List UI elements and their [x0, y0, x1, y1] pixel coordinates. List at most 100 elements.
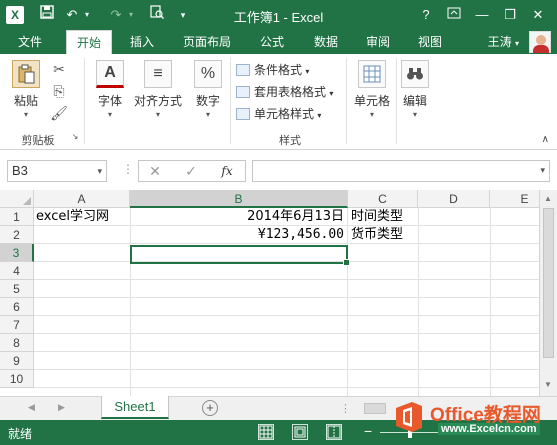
insert-function-icon[interactable]: fx: [215, 162, 239, 180]
ribbon-display-icon[interactable]: [442, 4, 466, 26]
alignment-label: 对齐方式: [134, 94, 183, 108]
select-all-button[interactable]: [0, 190, 34, 208]
row-header-3[interactable]: 3: [0, 244, 34, 262]
tab-page-layout[interactable]: 页面布局: [176, 30, 238, 54]
tab-split-grip[interactable]: ⋮: [340, 402, 351, 415]
font-dropdown-icon: ▾: [107, 110, 112, 119]
tab-insert[interactable]: 插入: [120, 30, 164, 54]
cell-c2[interactable]: 货币类型: [351, 226, 419, 244]
clipboard-group-label: 剪贴板: [21, 135, 55, 147]
sheet-tab-sheet1[interactable]: Sheet1: [101, 396, 169, 419]
avatar[interactable]: [529, 31, 551, 53]
minimize-icon[interactable]: —: [470, 4, 494, 26]
column-header-b[interactable]: B: [130, 190, 348, 208]
cell-styles-label: 单元格样式: [254, 107, 315, 121]
restore-icon[interactable]: ❐: [498, 4, 522, 26]
number-dropdown-icon: ▾: [205, 110, 210, 119]
scroll-down-icon[interactable]: ▼: [544, 380, 552, 389]
editing-dropdown-icon: ▾: [412, 110, 417, 119]
add-sheet-icon[interactable]: +: [202, 400, 218, 416]
tab-file[interactable]: 文件: [8, 30, 52, 54]
paste-button[interactable]: 粘贴 ▾: [8, 60, 44, 119]
conditional-format-label: 条件格式: [254, 63, 303, 77]
format-as-table-button[interactable]: 套用表格格式 ▾: [236, 82, 333, 102]
editing-button[interactable]: 编辑 ▾: [398, 60, 432, 119]
row-header-2[interactable]: 2: [0, 226, 34, 244]
copy-icon[interactable]: ⎘: [50, 82, 68, 100]
next-sheet-icon[interactable]: ▶: [58, 402, 65, 413]
watermark: Office教程网 www.Excelcn.com: [392, 398, 552, 442]
cells-button[interactable]: 单元格 ▾: [350, 60, 394, 119]
column-header-a[interactable]: A: [34, 190, 130, 208]
expand-formula-icon[interactable]: ▾: [540, 165, 545, 176]
tab-home[interactable]: 开始: [66, 30, 112, 54]
tab-view[interactable]: 视图: [408, 30, 452, 54]
ribbon: 粘贴 ▾ ✂ ⎘ 🖌 剪贴板 ↘ A 字体 ▾ ≡ 对齐方式 ▾ % 数字 ▾ …: [0, 54, 557, 150]
column-header-d[interactable]: D: [418, 190, 490, 208]
page-break-view-icon[interactable]: [326, 424, 342, 440]
tab-review[interactable]: 审阅: [356, 30, 400, 54]
close-icon[interactable]: ✕: [526, 4, 550, 26]
row-header-1[interactable]: 1: [0, 208, 34, 226]
cut-icon[interactable]: ✂: [50, 60, 68, 78]
chevron-down-icon: ▾: [329, 89, 334, 98]
alignment-button[interactable]: ≡ 对齐方式 ▾: [134, 60, 182, 119]
number-button[interactable]: % 数字 ▾: [188, 60, 228, 119]
row-header-8[interactable]: 8: [0, 334, 34, 352]
worksheet-grid[interactable]: A B C D E 1 2 3 4 5 6 7 8 9 10 excel学习网 …: [0, 190, 557, 396]
previous-sheet-icon[interactable]: ◀: [28, 402, 35, 413]
row-header-5[interactable]: 5: [0, 280, 34, 298]
scroll-up-icon[interactable]: ▲: [544, 194, 552, 203]
cells-icon: [358, 60, 386, 88]
active-cell-b3[interactable]: [130, 245, 350, 266]
name-box[interactable]: B3 ▾: [7, 160, 107, 182]
tab-data[interactable]: 数据: [304, 30, 348, 54]
binoculars-icon: [401, 60, 429, 88]
conditional-format-button[interactable]: 条件格式 ▾: [236, 60, 309, 80]
editing-label: 编辑: [402, 94, 427, 108]
vertical-scroll-thumb[interactable]: [543, 208, 554, 358]
cell-b1[interactable]: 2014年6月13日: [130, 208, 347, 226]
styles-group-label: 样式: [279, 135, 301, 147]
horizontal-scroll-thumb[interactable]: [364, 403, 386, 414]
format-painter-icon[interactable]: 🖌: [50, 104, 68, 122]
cells-dropdown-icon: ▾: [369, 110, 374, 119]
row-header-6[interactable]: 6: [0, 298, 34, 316]
collapse-ribbon-icon[interactable]: ∧: [542, 134, 549, 145]
cell-b2[interactable]: ¥123,456.00: [130, 226, 347, 244]
user-name[interactable]: 王涛 ▾: [488, 30, 519, 54]
page-layout-view-icon[interactable]: [292, 424, 308, 440]
percent-icon: %: [194, 60, 222, 88]
font-button[interactable]: A 字体 ▾: [90, 60, 130, 119]
column-header-c[interactable]: C: [348, 190, 418, 208]
number-label: 数字: [195, 94, 220, 108]
formula-input[interactable]: ▾: [252, 160, 550, 182]
cell-a1[interactable]: excel学习网: [36, 208, 130, 226]
chevron-down-icon: ▾: [514, 39, 519, 48]
cells-label: 单元格: [353, 94, 390, 108]
zoom-out-icon[interactable]: −: [364, 423, 372, 439]
cell-c1[interactable]: 时间类型: [351, 208, 419, 226]
row-header-7[interactable]: 7: [0, 316, 34, 334]
conditional-format-icon: [236, 63, 250, 76]
paste-dropdown-icon[interactable]: ▾: [8, 110, 44, 119]
chevron-down-icon: ▾: [305, 67, 310, 76]
paste-icon: [12, 60, 40, 88]
title-bar: X ↶ ▾ ↷ ▾ ▾ 工作簿1 - Excel ? — ❐ ✕: [0, 0, 557, 30]
chevron-down-icon[interactable]: ▾: [97, 161, 102, 181]
enter-icon[interactable]: ✓: [179, 162, 203, 180]
row-header-10[interactable]: 10: [0, 370, 34, 388]
row-header-4[interactable]: 4: [0, 262, 34, 280]
normal-view-icon[interactable]: [258, 424, 274, 440]
formula-buttons: ✕ ✓ fx: [138, 160, 246, 182]
row-header-9[interactable]: 9: [0, 352, 34, 370]
dialog-launcher-icon[interactable]: ↘: [70, 132, 80, 142]
tab-formulas[interactable]: 公式: [250, 30, 294, 54]
name-box-value: B3: [12, 163, 28, 178]
chevron-down-icon: ▾: [317, 111, 322, 120]
vertical-scrollbar[interactable]: ▲ ▼: [539, 190, 557, 396]
formula-bar-grip[interactable]: ⋮: [122, 162, 134, 176]
cell-styles-button[interactable]: 单元格样式 ▾: [236, 104, 321, 124]
cancel-icon[interactable]: ✕: [143, 162, 167, 180]
help-button[interactable]: ?: [414, 4, 438, 26]
